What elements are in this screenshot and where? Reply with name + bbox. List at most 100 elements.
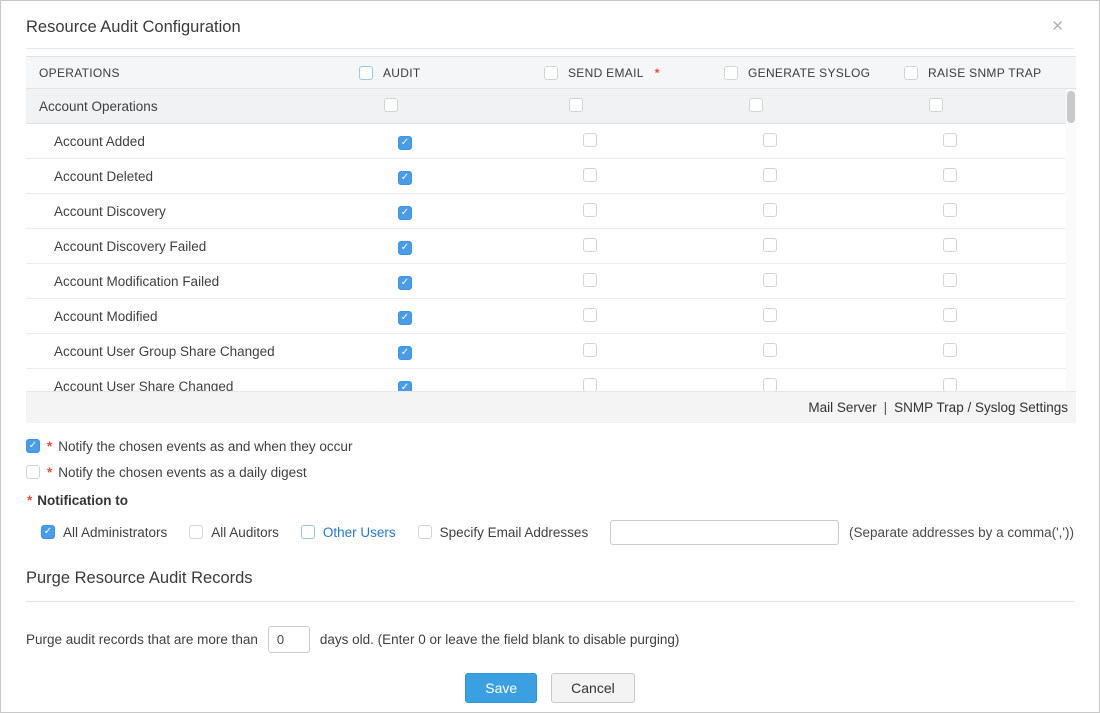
raise-snmp-trap-checkbox[interactable] — [943, 132, 957, 147]
cancel-button[interactable]: Cancel — [551, 673, 635, 703]
raise-snmp-trap-checkbox[interactable] — [943, 307, 957, 322]
snmp-syslog-settings-link[interactable]: SNMP Trap / Syslog Settings — [894, 400, 1068, 415]
required-asterisk: * — [47, 464, 53, 480]
notify-option-label: Notify the chosen events as and when the… — [58, 438, 353, 454]
operation-label: Account User Share Changed — [54, 378, 234, 392]
notify-checkbox[interactable]: ✓ — [26, 439, 40, 453]
recipient-option: ✓ All Administrators — [41, 525, 167, 540]
operation-label: Account Modified — [54, 308, 158, 324]
generate-syslog-checkbox[interactable] — [763, 377, 777, 391]
generate-syslog-checkbox[interactable] — [763, 237, 777, 252]
operation-label: Account Deleted — [54, 168, 154, 184]
send-email-checkbox[interactable] — [583, 132, 597, 147]
column-raise-snmp-trap: RAISE SNMP TRAP — [901, 65, 1076, 80]
audit-checkbox[interactable]: ✓ — [398, 310, 412, 325]
save-button[interactable]: Save — [465, 673, 538, 703]
select-all-raise-snmp-trap-checkbox[interactable] — [904, 65, 918, 80]
operation-label: Account Modification Failed — [54, 273, 220, 289]
recipients-row: ✓ All Administrators All Auditors Other … — [41, 517, 1074, 547]
notify-checkbox[interactable] — [26, 465, 40, 479]
recipient-label[interactable]: Other Users — [323, 525, 396, 540]
table-row: Account Discovery Failed ✓ — [26, 229, 1076, 264]
raise-snmp-trap-checkbox[interactable] — [943, 377, 957, 391]
raise-snmp-trap-checkbox[interactable] — [943, 272, 957, 287]
send-email-checkbox[interactable] — [583, 237, 597, 252]
email-addresses-input[interactable] — [610, 519, 839, 545]
column-operations-label: OPERATIONS — [39, 65, 120, 80]
recipient-checkbox[interactable]: ✓ — [41, 525, 55, 539]
send-email-checkbox[interactable] — [583, 167, 597, 182]
scrollbar-track[interactable] — [1066, 89, 1076, 391]
notify-option: ✓ * Notify the chosen events as and when… — [26, 433, 1074, 459]
generate-syslog-checkbox[interactable] — [763, 307, 777, 322]
mail-server-link[interactable]: Mail Server — [808, 400, 876, 415]
send-email-checkbox[interactable] — [583, 202, 597, 217]
recipient-checkbox[interactable] — [189, 525, 204, 539]
raise-snmp-trap-checkbox[interactable] — [929, 97, 943, 112]
generate-syslog-checkbox[interactable] — [763, 342, 777, 357]
generate-syslog-checkbox[interactable] — [763, 167, 777, 182]
recipient-label: Specify Email Addresses — [439, 524, 589, 540]
audit-checkbox[interactable]: ✓ — [398, 275, 412, 290]
generate-syslog-checkbox[interactable] — [763, 272, 777, 287]
select-all-audit-checkbox[interactable] — [359, 65, 373, 80]
audit-checkbox[interactable]: ✓ — [398, 345, 412, 360]
audit-checkbox[interactable]: ✓ — [398, 135, 412, 150]
recipient-list: ✓ All Administrators All Auditors Other … — [41, 525, 610, 540]
close-icon[interactable]: ✕ — [1041, 17, 1074, 35]
audit-checkbox[interactable] — [384, 97, 398, 112]
raise-snmp-trap-checkbox[interactable] — [943, 342, 957, 357]
operation-label: Account Added — [54, 133, 145, 149]
send-email-checkbox[interactable] — [583, 342, 597, 357]
recipient-checkbox[interactable] — [300, 525, 315, 539]
page-title: Resource Audit Configuration — [26, 18, 241, 36]
send-email-checkbox[interactable] — [569, 97, 583, 112]
table-row: Account Modified ✓ — [26, 299, 1076, 334]
table-row: Account Added ✓ — [26, 124, 1076, 159]
column-send-email: SEND EMAIL * — [541, 65, 721, 80]
recipient-label: All Administrators — [63, 524, 168, 540]
raise-snmp-trap-checkbox[interactable] — [943, 167, 957, 182]
select-all-send-email-checkbox[interactable] — [544, 65, 558, 80]
audit-checkbox[interactable]: ✓ — [398, 240, 412, 255]
purge-settings-row: Purge audit records that are more than d… — [26, 626, 1074, 653]
generate-syslog-checkbox[interactable] — [763, 202, 777, 217]
send-email-checkbox[interactable] — [583, 377, 597, 391]
purge-days-input[interactable] — [267, 626, 310, 653]
recipient-option: Specify Email Addresses — [417, 524, 589, 540]
table-row: Account User Share Changed ✓ — [26, 369, 1076, 391]
column-audit-label: AUDIT — [383, 65, 421, 80]
required-asterisk: * — [47, 438, 53, 454]
notify-option: * Notify the chosen events as a daily di… — [26, 459, 1074, 485]
notification-to-label: Notification to — [37, 492, 129, 508]
column-generate-syslog: GENERATE SYSLOG — [721, 65, 901, 80]
operations-table: OPERATIONS AUDIT SEND EMAIL * GENERATE SY… — [26, 56, 1076, 423]
column-generate-syslog-label: GENERATE SYSLOG — [748, 65, 871, 80]
table-row: Account Modification Failed ✓ — [26, 264, 1076, 299]
recipient-label: All Auditors — [211, 524, 279, 540]
operation-label: Account Discovery Failed — [54, 238, 207, 254]
audit-checkbox[interactable]: ✓ — [398, 170, 412, 185]
purge-section-title: Purge Resource Audit Records — [26, 569, 1074, 602]
raise-snmp-trap-checkbox[interactable] — [943, 237, 957, 252]
footer-separator: | — [883, 400, 888, 415]
send-email-checkbox[interactable] — [583, 272, 597, 287]
select-all-generate-syslog-checkbox[interactable] — [724, 65, 738, 80]
column-audit: AUDIT — [356, 65, 541, 80]
notification-to-row: * Notification to — [26, 489, 1074, 511]
purge-text-before: Purge audit records that are more than — [26, 632, 258, 647]
recipient-checkbox[interactable] — [417, 525, 432, 539]
generate-syslog-checkbox[interactable] — [749, 97, 763, 112]
scrollbar-thumb[interactable] — [1067, 91, 1075, 123]
column-raise-snmp-trap-label: RAISE SNMP TRAP — [928, 65, 1042, 80]
send-email-checkbox[interactable] — [583, 307, 597, 322]
raise-snmp-trap-checkbox[interactable] — [943, 202, 957, 217]
table-row: Account Operations — [26, 89, 1076, 124]
operation-label: Account User Group Share Changed — [54, 343, 275, 359]
audit-checkbox[interactable]: ✓ — [398, 380, 412, 391]
table-header: OPERATIONS AUDIT SEND EMAIL * GENERATE SY… — [26, 56, 1076, 89]
table-row: Account Deleted ✓ — [26, 159, 1076, 194]
generate-syslog-checkbox[interactable] — [763, 132, 777, 147]
operation-label: Account Operations — [39, 98, 158, 114]
audit-checkbox[interactable]: ✓ — [398, 205, 412, 220]
